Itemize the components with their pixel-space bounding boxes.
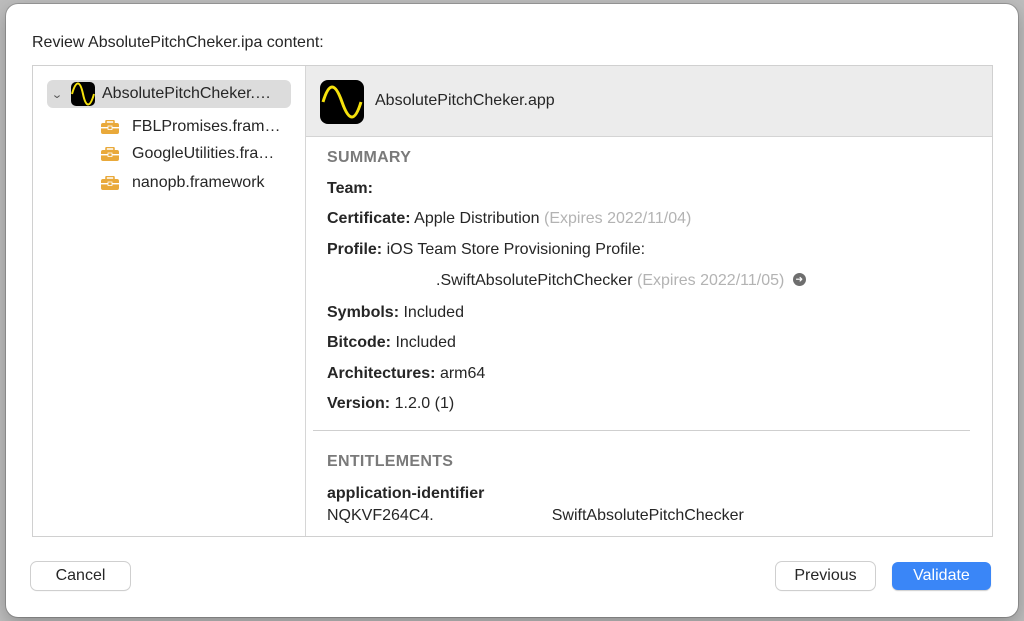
chevron-down-icon[interactable]: ⌄ <box>44 88 70 101</box>
sidebar-item-label: nanopb.framework <box>132 174 265 191</box>
sidebar-item-fblpromises[interactable]: FBLPromises.framework <box>101 113 291 141</box>
certificate-value: Apple Distribution <box>414 210 540 227</box>
dialog-title: Review AbsolutePitchCheker.ipa content: <box>32 34 324 51</box>
entitlement-value-row: NQKVF264C4. SwiftAbsolutePitchChecker <box>327 507 744 525</box>
cancel-button[interactable]: Cancel <box>31 562 130 590</box>
symbols-row: Symbols: Included <box>327 304 464 322</box>
detail-header: AbsolutePitchCheker.app <box>306 66 992 137</box>
section-divider <box>313 430 970 431</box>
entitlement-value-suffix: SwiftAbsolutePitchChecker <box>551 507 744 524</box>
validate-button[interactable]: Validate <box>892 562 991 590</box>
bitcode-label: Bitcode: <box>327 334 391 351</box>
app-wave-icon <box>320 80 364 124</box>
sidebar-item-label: GoogleUtilities.framework <box>132 145 282 162</box>
content-pane: ⌄ AbsolutePitchCheker.app FBLPromises.fr… <box>32 65 993 537</box>
app-wave-icon <box>71 82 95 106</box>
sidebar-item-label: AbsolutePitchCheker.app <box>102 85 274 102</box>
certificate-row: Certificate: Apple Distribution (Expires… <box>327 210 691 228</box>
sidebar-item-app[interactable]: ⌄ AbsolutePitchCheker.app <box>47 80 291 108</box>
detail-panel: AbsolutePitchCheker.app SUMMARY Team: Ce… <box>306 66 992 536</box>
detail-header-title: AbsolutePitchCheker.app <box>375 92 555 109</box>
redacted-region <box>433 507 552 524</box>
certificate-label: Certificate: <box>327 210 411 227</box>
sidebar-item-googleutilities[interactable]: GoogleUtilities.framework <box>101 140 291 168</box>
bitcode-row: Bitcode: Included <box>327 334 456 352</box>
architectures-value: arm64 <box>439 365 486 382</box>
profile-value: iOS Team Store Provisioning Profile: <box>386 241 646 258</box>
entitlements-heading: ENTITLEMENTS <box>327 453 454 470</box>
toolbox-icon <box>101 147 119 161</box>
entitlement-value-prefix: NQKVF264C4. <box>327 507 434 524</box>
previous-button[interactable]: Previous <box>776 562 875 590</box>
go-arrow-icon[interactable]: ➜ <box>792 273 806 287</box>
summary-heading: SUMMARY <box>327 149 412 166</box>
symbols-label: Symbols: <box>327 304 400 321</box>
entitlement-key-label: application-identifier <box>327 485 485 502</box>
bitcode-value: Included <box>395 334 456 351</box>
entitlement-key: application-identifier <box>327 485 484 503</box>
architectures-row: Architectures: arm64 <box>327 365 485 383</box>
architectures-label: Architectures: <box>327 365 436 382</box>
profile-label: Profile: <box>327 241 383 258</box>
profile-bundle-id: .SwiftAbsolutePitchChecker <box>436 272 633 289</box>
team-row: Team: <box>327 180 373 198</box>
version-label: Version: <box>327 395 391 412</box>
profile-expires: (Expires 2022/11/05) <box>636 272 785 289</box>
sidebar: ⌄ AbsolutePitchCheker.app FBLPromises.fr… <box>33 66 306 536</box>
toolbox-icon <box>101 176 119 190</box>
team-label: Team: <box>327 180 373 197</box>
toolbox-icon <box>101 120 119 134</box>
version-row: Version: 1.2.0 (1) <box>327 395 454 413</box>
certificate-expires: (Expires 2022/11/04) <box>544 210 692 227</box>
sidebar-item-nanopb[interactable]: nanopb.framework <box>101 169 291 197</box>
symbols-value: Included <box>403 304 464 321</box>
profile-row: Profile: iOS Team Store Provisioning Pro… <box>327 241 645 259</box>
version-value: 1.2.0 (1) <box>394 395 455 412</box>
profile-bundle-row: .SwiftAbsolutePitchChecker (Expires 2022… <box>436 272 806 290</box>
review-dialog: Review AbsolutePitchCheker.ipa content: … <box>6 4 1018 617</box>
sidebar-item-label: FBLPromises.framework <box>132 118 282 135</box>
